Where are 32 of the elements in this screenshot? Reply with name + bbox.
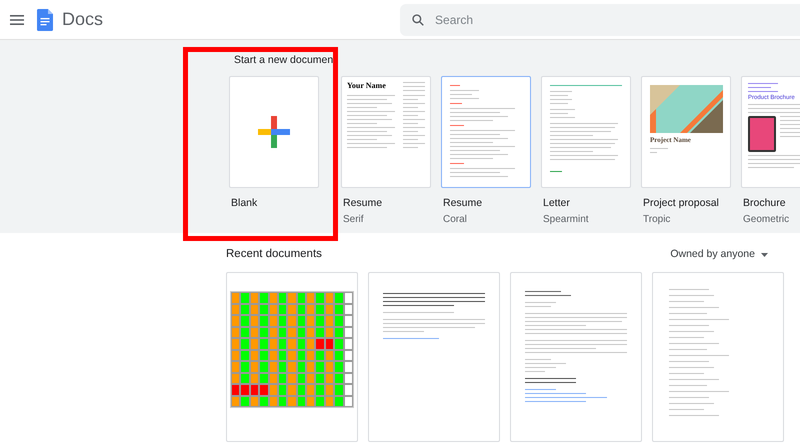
section-heading: Recent documents [226,247,322,262]
template-name: Project proposal [643,196,719,211]
caret-icon [761,253,768,257]
geometric-artwork-icon [650,85,723,133]
owner-filter-dropdown[interactable]: Owned by anyone [670,247,768,263]
template-subtitle: Geometric [743,212,790,227]
search-field[interactable]: Search [400,4,800,36]
thumbnail-heading: Your Name [347,82,386,91]
search-icon [411,12,426,26]
template-name: Resume [443,196,482,211]
blank-template-card[interactable] [229,76,319,188]
template-name: Blank [231,196,258,211]
template-subtitle: Spearmint [543,212,589,227]
letter-document-thumbnail[interactable] [510,272,642,442]
section-heading: Start a new documen [234,53,334,68]
phone-image-icon [748,116,776,152]
app-title: Docs [62,8,104,31]
plus-icon [258,116,290,148]
list-document-thumbnail[interactable] [652,272,784,442]
menu-icon[interactable] [10,14,24,24]
paper-document-thumbnail[interactable] [368,272,500,442]
template-subtitle: Coral [443,212,467,227]
template-name: Letter [543,196,570,211]
template-subtitle: Tropic [643,212,670,227]
spreadsheet-document-thumbnail[interactable] [226,272,358,442]
template-subtitle: Serif [343,212,364,227]
resume-thumbnail[interactable]: Your Name [341,76,431,188]
template-name: Resume [343,196,382,211]
template-name: Brochure [743,196,786,211]
resume-thumbnail[interactable] [441,76,531,188]
docs-logo-icon [37,8,53,30]
letter-thumbnail[interactable] [541,76,631,188]
